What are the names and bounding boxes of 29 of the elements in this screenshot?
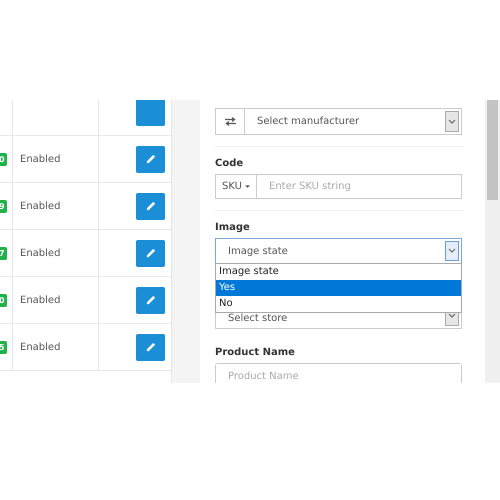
pencil-icon [146, 295, 156, 305]
sku-field[interactable]: SKU Enter SKU string [215, 174, 462, 199]
dropdown-option[interactable]: Image state [216, 264, 461, 280]
pencil-icon [146, 154, 156, 164]
pencil-icon [146, 201, 156, 211]
caret-icon [244, 184, 250, 188]
field-label: Product Name [215, 347, 296, 358]
status-text: Enabled [20, 342, 60, 352]
status-text: Enabled [20, 248, 60, 258]
scrollbar-thumb[interactable] [487, 100, 498, 200]
edit-button[interactable] [136, 286, 165, 314]
scrollbar[interactable] [485, 100, 500, 383]
manufacturer-select[interactable]: Select manufacturer [215, 108, 462, 135]
swap-icon [224, 117, 236, 126]
edit-button[interactable] [136, 334, 165, 360]
status-text: Enabled [20, 294, 60, 306]
chevron-down-icon [448, 312, 456, 318]
field-label: Image [215, 222, 251, 233]
status-text: Enabled [20, 154, 60, 164]
chevron-down-icon [448, 248, 456, 254]
pencil-icon [146, 342, 156, 352]
dropdown-option[interactable]: Yes [216, 280, 461, 296]
field-label: Code [215, 158, 244, 169]
chevron-down-icon [448, 118, 456, 124]
edit-button[interactable] [136, 146, 165, 172]
pencil-icon [146, 248, 156, 258]
status-text: Enabled [20, 200, 60, 212]
edit-button[interactable] [136, 192, 165, 220]
edit-button[interactable] [136, 240, 165, 266]
